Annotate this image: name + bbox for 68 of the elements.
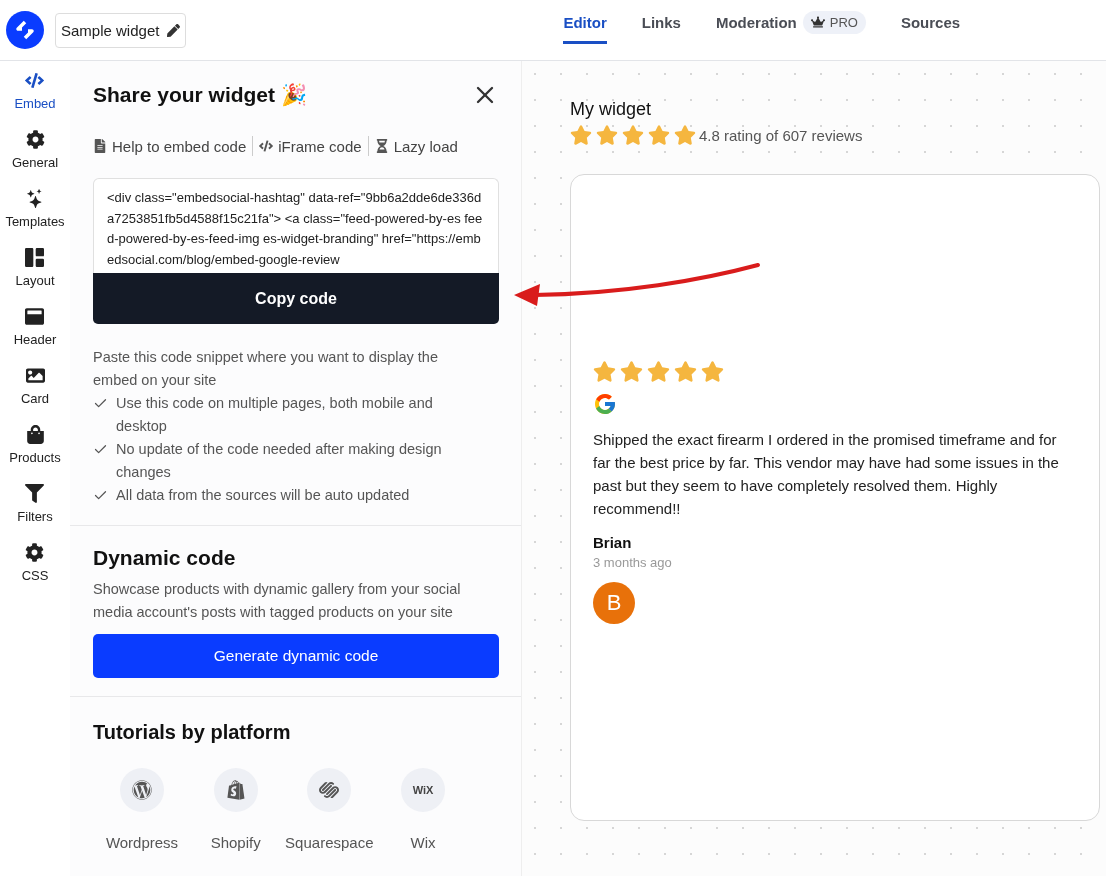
section-title: Dynamic code	[93, 546, 237, 570]
sidebar-item[interactable]: General	[11, 130, 59, 170]
sidebar-item[interactable]: Card	[20, 366, 50, 406]
avatar: B	[593, 582, 635, 624]
gear-icon	[25, 130, 45, 149]
filter-icon	[25, 484, 45, 503]
grid-icon	[25, 248, 45, 267]
star-icon	[622, 124, 644, 146]
star-icon	[647, 360, 670, 383]
pro-badge: PRO	[802, 10, 866, 34]
star-icon	[648, 124, 670, 146]
pencil-icon[interactable]	[167, 23, 181, 37]
checklist-text: All data from the sources will be auto updated	[116, 486, 410, 505]
description-text: Paste this code snippet where you want to display the embed on your site	[93, 348, 439, 390]
copy-code-button[interactable]: Copy code	[93, 273, 499, 324]
wordpress-logo-icon	[120, 768, 164, 812]
sidebar-item[interactable]: CSS	[21, 543, 49, 583]
checklist-text: Use this code on multiple pages, both mobile and desktop	[116, 394, 434, 436]
panel-title: Share your widget 🎉	[93, 83, 307, 107]
star-icon	[620, 360, 643, 383]
window-icon	[25, 307, 45, 326]
hourglass-icon	[374, 139, 389, 153]
review-time: 3 months ago	[593, 555, 673, 570]
sidebar-item[interactable]: Products	[9, 425, 61, 465]
image-icon	[25, 366, 45, 385]
author-name: Brian	[593, 534, 633, 551]
code-icon	[25, 71, 45, 90]
sidebar-item[interactable]: Layout	[15, 248, 55, 288]
platform-link[interactable]: Squarespace	[284, 768, 375, 851]
help-link[interactable]: Help to embed code	[93, 137, 253, 155]
file-icon	[93, 139, 107, 153]
widget-title: My widget	[570, 99, 653, 120]
star-icon	[596, 124, 618, 146]
code-snippet[interactable]: <div class="embedsocial-hashtag" data-ref="9bb6a2dde6de336da7253851fb5d4588f15c21fa"> <a class="feed-powered-by-es feed-powered-by-es-feed-img es-widget-branding" href="https://embedsocial.com/blog/embed-google-review	[93, 178, 499, 273]
shopify-logo-icon	[213, 768, 258, 812]
star-icon	[593, 360, 616, 383]
nav-tab[interactable]: Sources	[900, 0, 961, 44]
sidebar-item[interactable]: Templates	[5, 189, 65, 229]
crown-icon	[810, 15, 825, 29]
sidebar-item[interactable]: Embed	[14, 71, 56, 111]
star-icon	[674, 360, 697, 383]
platform-link[interactable]: Wordpress	[97, 768, 187, 851]
nav-tab[interactable]: Links	[641, 0, 681, 44]
star-icon	[570, 124, 592, 146]
section-title: Tutorials by platform	[93, 721, 292, 744]
sidebar-item[interactable]: Filters	[17, 484, 53, 524]
platform-link[interactable]: WiX Wix	[377, 768, 468, 851]
wix-logo: WiX	[400, 768, 445, 812]
star-icon	[674, 124, 696, 146]
squarespace-logo-icon	[307, 768, 352, 812]
review-text: Shipped the exact firearm I ordered in the promised timeframe and for far the best price by far. This vendor may have had some issues in the past but they seem to have completely resolved them. Highly recommend!!	[593, 430, 1060, 519]
bag-icon	[25, 425, 45, 444]
generate-code-button[interactable]: Generate dynamic code	[93, 634, 499, 678]
help-link[interactable]: Lazy load	[368, 137, 464, 155]
widget-name-field[interactable]: Sample widget	[55, 12, 187, 48]
gear-icon	[25, 543, 45, 562]
code-icon	[259, 139, 274, 153]
rating-text: 4.8 rating of 607 reviews	[699, 126, 863, 144]
nav-tab[interactable]: Moderation PRO	[715, 0, 866, 44]
help-link[interactable]: iFrame code	[253, 137, 368, 155]
sidebar-item[interactable]: Header	[13, 307, 57, 347]
platform-link[interactable]: Shopify	[190, 768, 281, 851]
google-logo-icon	[593, 392, 617, 416]
description-text: Showcase products with dynamic gallery from your social media account's posts with tagged products on your site	[93, 580, 462, 622]
checklist-text: No update of the code needed after making design changes	[116, 440, 443, 482]
star-icon	[701, 360, 724, 383]
app-logo-icon[interactable]	[6, 11, 44, 49]
nav-tab[interactable]: Editor	[563, 0, 607, 44]
